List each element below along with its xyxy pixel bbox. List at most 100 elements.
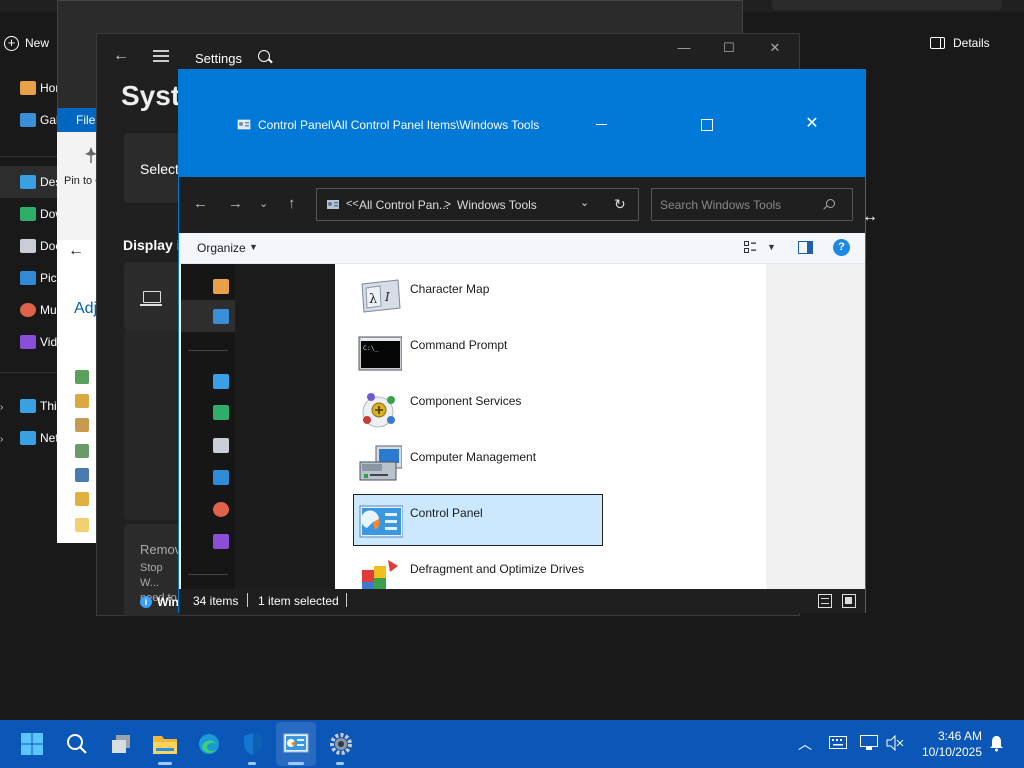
document-icon[interactable] <box>213 438 229 453</box>
nav-item-videos[interactable]: Videos <box>0 326 58 358</box>
task-view-button[interactable] <box>101 722 141 766</box>
details-view-icon[interactable] <box>818 594 832 608</box>
nav-divider <box>188 350 228 351</box>
recent-locations-chevron-icon[interactable]: ⌄ <box>259 195 268 213</box>
music-icon[interactable] <box>213 502 229 517</box>
list-item[interactable]: Component Services <box>353 382 603 434</box>
list-item[interactable]: Computer Management <box>353 438 603 490</box>
command-bar <box>179 233 865 264</box>
security-taskbar-button[interactable] <box>233 722 273 766</box>
pin-to-quick-access-button[interactable]: Pin to Quick access <box>64 175 98 188</box>
pictures-icon[interactable] <box>213 470 229 485</box>
nav-item-desktop[interactable]: Desktop <box>0 166 58 198</box>
nav-item-documents[interactable]: Documents <box>0 230 58 262</box>
item-icon <box>75 468 89 482</box>
breadcrumb-windows-tools[interactable]: Windows Tools <box>457 198 537 212</box>
keyboard-icon[interactable] <box>829 736 847 749</box>
preview-pane-icon[interactable] <box>798 241 813 254</box>
active-indicator <box>288 762 304 765</box>
videos-icon[interactable] <box>213 534 229 549</box>
back-arrow-icon[interactable]: ← <box>113 47 129 65</box>
back-arrow-icon[interactable]: ← <box>68 242 84 260</box>
info-icon: i <box>140 596 152 608</box>
gear-icon <box>330 733 352 755</box>
back-arrow-icon[interactable]: ← <box>193 195 208 213</box>
edge-icon <box>199 734 219 754</box>
nav-item-this-pc[interactable]: This PC <box>0 390 58 422</box>
nav-item-label: Home <box>40 81 58 95</box>
organize-dropdown-icon[interactable]: ▼ <box>249 242 258 252</box>
search-icon[interactable] <box>258 50 270 62</box>
nav-divider <box>0 156 58 157</box>
nav-item-label: Desktop <box>40 175 58 189</box>
resize-cursor-icon: ↔ <box>862 208 878 225</box>
list-item[interactable]: C:\_ Command Prompt <box>353 326 603 378</box>
nav-item-pictures[interactable]: Pictures <box>0 262 58 294</box>
close-button[interactable]: ✕ <box>804 116 820 132</box>
forward-arrow-icon[interactable]: → <box>228 195 243 213</box>
hamburger-menu-icon[interactable] <box>153 50 169 62</box>
address-overflow-chevron[interactable]: << <box>346 198 359 210</box>
home-icon[interactable] <box>213 279 229 294</box>
windows-logo-icon <box>21 733 43 755</box>
edge-taskbar-button[interactable] <box>189 722 229 766</box>
control-panel-taskbar-button[interactable] <box>276 722 316 766</box>
refresh-icon[interactable]: ↻ <box>614 196 626 213</box>
nav-item-label: Gallery <box>40 113 58 127</box>
search-button[interactable] <box>57 722 97 766</box>
download-icon[interactable] <box>213 405 229 420</box>
search-input[interactable]: Search Windows Tools <box>660 198 781 212</box>
display-section-heading: Display information <box>123 237 180 253</box>
control-panel-icon <box>283 733 309 753</box>
breadcrumb-separator[interactable]: > <box>444 197 451 211</box>
list-item-selected[interactable]: Control Panel <box>353 494 603 546</box>
settings-taskbar-button[interactable] <box>321 722 361 766</box>
close-button[interactable]: ✕ <box>768 41 782 55</box>
control-panel-small-icon <box>327 200 339 209</box>
explorer-search-box[interactable] <box>772 0 1002 10</box>
new-button[interactable]: + New <box>4 32 49 54</box>
nav-divider <box>188 574 228 575</box>
start-button[interactable] <box>12 722 52 766</box>
running-indicator <box>336 762 344 765</box>
nav-item-network[interactable]: Network <box>0 422 58 454</box>
chevron-up-icon[interactable]: ︿ <box>798 734 812 754</box>
address-dropdown-chevron-icon[interactable]: ⌄ <box>580 196 589 209</box>
svg-text:λ: λ <box>369 292 377 307</box>
page-title: System <box>121 80 181 111</box>
item-icon <box>75 492 89 506</box>
help-icon[interactable]: ? <box>833 239 850 256</box>
empty-list-area <box>766 264 865 589</box>
minimize-button[interactable]: — <box>677 41 691 55</box>
task-view-icon <box>112 735 130 753</box>
shield-icon <box>244 733 262 755</box>
file-explorer-taskbar-button[interactable] <box>145 722 185 766</box>
details-button-label: Details <box>953 36 990 50</box>
maximize-button[interactable] <box>698 116 714 132</box>
up-arrow-icon[interactable]: ↑ <box>288 195 296 213</box>
nav-item-music[interactable]: Music <box>0 294 58 326</box>
remove-title: Remove <box>140 542 180 557</box>
notification-bell-icon[interactable] <box>988 735 1005 752</box>
organize-button[interactable]: Organize <box>197 241 246 255</box>
clock-date[interactable]: 10/10/2025 <box>900 745 982 759</box>
nav-item-downloads[interactable]: Downloads <box>0 198 58 230</box>
desktop-icon[interactable] <box>213 374 229 389</box>
nav-item-gallery[interactable]: Gallery <box>0 104 58 136</box>
view-dropdown-icon[interactable]: ▼ <box>767 242 776 252</box>
clock-time[interactable]: 3:46 AM <box>900 729 982 743</box>
search-icon[interactable] <box>826 199 835 208</box>
maximize-button[interactable]: ☐ <box>722 41 736 55</box>
laptop-icon <box>140 291 162 306</box>
gallery-icon[interactable] <box>213 309 229 324</box>
document-icon <box>20 239 36 253</box>
details-button[interactable]: Details <box>930 32 990 54</box>
nav-item-home[interactable]: Home <box>0 72 58 104</box>
large-icons-view-icon[interactable] <box>842 594 856 608</box>
breadcrumb-all-control-panel-items[interactable]: All Control Pan... <box>359 198 449 212</box>
list-item[interactable]: λ I Character Map <box>353 270 603 322</box>
change-view-icon[interactable] <box>744 241 757 254</box>
svg-text:I: I <box>384 290 390 304</box>
minimize-button[interactable] <box>594 116 610 132</box>
network-icon[interactable] <box>860 735 878 751</box>
